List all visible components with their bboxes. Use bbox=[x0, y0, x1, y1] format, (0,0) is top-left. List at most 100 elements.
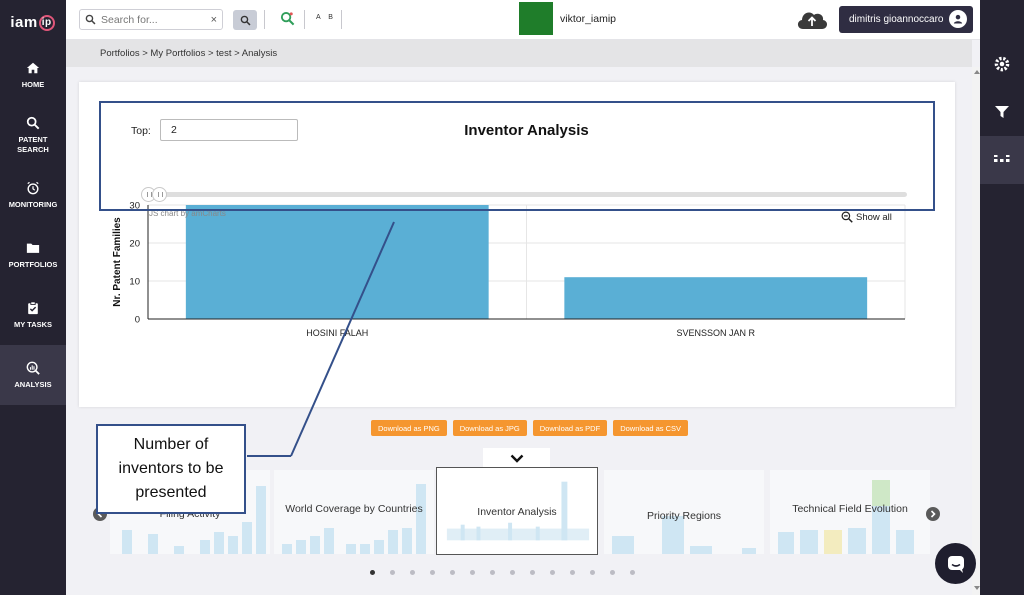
bar-chart: 0 10 20 30 HOSINI FALAH SVENSSON JAN R Nr. Pat… bbox=[112, 201, 906, 338]
carousel-dot[interactable] bbox=[630, 570, 635, 575]
collapse-carousel-button[interactable] bbox=[483, 448, 550, 468]
zoom-out-icon bbox=[841, 211, 853, 223]
sidebar-item-label: PATENT SEARCH bbox=[17, 134, 49, 154]
breadcrumb-bar: Portfolios > My Portfolios > test > Anal… bbox=[66, 40, 972, 67]
carousel-thumb-inventor-analysis[interactable]: Inventor Analysis bbox=[436, 467, 598, 555]
filter-icon bbox=[995, 106, 1009, 118]
clipboard-check-icon bbox=[28, 301, 38, 314]
layout-button[interactable] bbox=[980, 136, 1024, 184]
cloud-upload-icon bbox=[797, 12, 828, 29]
alarm-clock-icon bbox=[27, 181, 39, 195]
search-icon bbox=[85, 14, 96, 25]
chart-credit[interactable]: JS chart by amCharts bbox=[149, 209, 226, 218]
carousel-next-button[interactable] bbox=[926, 507, 940, 521]
breadcrumb[interactable]: Portfolios > My Portfolios > test > Anal… bbox=[100, 48, 277, 59]
carousel-dot[interactable] bbox=[510, 570, 515, 575]
sidebar-item-label: HOME bbox=[21, 79, 45, 89]
carousel-thumb-technical-field-evolution[interactable]: Technical Field Evolution bbox=[770, 470, 930, 554]
carousel-dot[interactable] bbox=[590, 570, 595, 575]
account-name: dimitris gioannoccaro bbox=[849, 14, 944, 25]
divider bbox=[304, 10, 305, 29]
logo-ring-text: ip bbox=[38, 14, 55, 31]
callout-line-3: presented bbox=[135, 484, 207, 501]
sidebar-item-label: MONITORING bbox=[8, 199, 58, 209]
sidebar-item-label: ANALYSIS bbox=[14, 379, 52, 389]
sidebar-item-patent-search[interactable]: PATENT SEARCH bbox=[0, 105, 66, 165]
thumb-label: Priority Regions bbox=[646, 510, 722, 522]
scroll-up-arrow-icon[interactable] bbox=[974, 70, 980, 74]
advanced-search-icon[interactable] bbox=[280, 11, 295, 31]
download-pdf-button[interactable]: Download as PDF bbox=[532, 420, 608, 436]
upload-button[interactable] bbox=[794, 6, 830, 37]
download-csv-button[interactable]: Download as CSV bbox=[613, 420, 689, 436]
y-tick-label: 10 bbox=[129, 277, 140, 288]
chat-button[interactable] bbox=[935, 543, 976, 584]
carousel-pagination bbox=[370, 570, 635, 575]
sidebar-item-analysis[interactable]: ANALYSIS bbox=[0, 345, 66, 405]
y-tick-label: 20 bbox=[129, 239, 140, 250]
user-name[interactable]: viktor_iamip bbox=[560, 13, 616, 25]
bar bbox=[564, 277, 868, 319]
x-tick-label: SVENSSON JAN R bbox=[676, 328, 755, 338]
carousel-dot[interactable] bbox=[410, 570, 415, 575]
carousel-dot[interactable] bbox=[430, 570, 435, 575]
clear-search-icon[interactable]: × bbox=[211, 14, 217, 26]
right-sidebar bbox=[980, 0, 1024, 595]
layout-icon bbox=[994, 155, 1010, 162]
sidebar-item-my-tasks[interactable]: MY TASKS bbox=[0, 285, 66, 345]
carousel-dot[interactable] bbox=[530, 570, 535, 575]
filter-button[interactable] bbox=[980, 88, 1024, 136]
sidebar-item-label: MY TASKS bbox=[13, 319, 53, 329]
carousel-dot[interactable] bbox=[470, 570, 475, 575]
y-axis-label: Nr. Patent Families bbox=[112, 217, 123, 307]
sidebar-item-home[interactable]: HOME bbox=[0, 45, 66, 105]
scrollbar[interactable] bbox=[972, 67, 980, 595]
search-button[interactable] bbox=[233, 10, 257, 30]
carousel-thumb-world-coverage[interactable]: World Coverage by Countries bbox=[274, 470, 434, 554]
carousel-thumb-priority-regions[interactable]: Priority Regions bbox=[604, 470, 764, 554]
account-button[interactable]: dimitris gioannoccaro bbox=[839, 6, 973, 33]
callout-line-1: Number of bbox=[133, 436, 209, 453]
download-buttons: Download as PNG Download as JPG Download… bbox=[371, 420, 689, 436]
carousel-dot[interactable] bbox=[390, 570, 395, 575]
bar bbox=[185, 205, 489, 319]
carousel-dot[interactable] bbox=[370, 570, 375, 575]
settings-button[interactable] bbox=[980, 40, 1024, 88]
user-avatar[interactable] bbox=[519, 2, 553, 35]
sidebar-item-portfolios[interactable]: PORTFOLIOS bbox=[0, 225, 66, 285]
folder-icon bbox=[26, 243, 40, 253]
app-logo[interactable]: iam ip bbox=[0, 0, 66, 45]
carousel-dot[interactable] bbox=[450, 570, 455, 575]
search-input[interactable]: Search for... × bbox=[79, 9, 223, 30]
callout-annotation: Number of inventors to be presented bbox=[96, 424, 246, 514]
download-png-button[interactable]: Download as PNG bbox=[371, 420, 447, 436]
show-all-label: Show all bbox=[856, 211, 892, 223]
user-icon bbox=[949, 10, 967, 28]
analysis-icon bbox=[26, 361, 40, 375]
sidebar-item-label: PORTFOLIOS bbox=[8, 259, 58, 269]
chevron-right-icon bbox=[930, 510, 936, 518]
carousel-dot[interactable] bbox=[570, 570, 575, 575]
carousel-dot[interactable] bbox=[490, 570, 495, 575]
search-placeholder: Search for... bbox=[101, 13, 158, 26]
carousel-dot[interactable] bbox=[610, 570, 615, 575]
top-bar: Search for... × A B viktor_iamip dimitri… bbox=[66, 0, 980, 40]
ab-toggle[interactable]: A B bbox=[316, 14, 336, 21]
callout-line-2: inventors to be bbox=[118, 460, 224, 477]
sidebar-item-monitoring[interactable]: MONITORING bbox=[0, 165, 66, 225]
chart-card: Top: Inventor Analysis 0102030HOSINI FAL… bbox=[79, 82, 955, 407]
show-all-button[interactable]: Show all bbox=[841, 211, 892, 223]
x-tick-label: HOSINI FALAH bbox=[306, 328, 368, 338]
left-sidebar: iam ip HOME PATENT SEARCH MONITORING PORT… bbox=[0, 0, 66, 595]
search-icon bbox=[240, 15, 251, 26]
thumb-label: Technical Field Evolution bbox=[792, 503, 908, 515]
chat-icon bbox=[947, 555, 964, 573]
download-jpg-button[interactable]: Download as JPG bbox=[452, 420, 527, 436]
scroll-down-arrow-icon[interactable] bbox=[974, 586, 980, 590]
y-tick-label: 0 bbox=[135, 315, 140, 326]
thumb-label: World Coverage by Countries bbox=[285, 503, 423, 515]
y-tick-label: 30 bbox=[129, 201, 140, 212]
home-icon bbox=[26, 62, 40, 73]
carousel-dot[interactable] bbox=[550, 570, 555, 575]
gear-icon bbox=[994, 56, 1010, 72]
